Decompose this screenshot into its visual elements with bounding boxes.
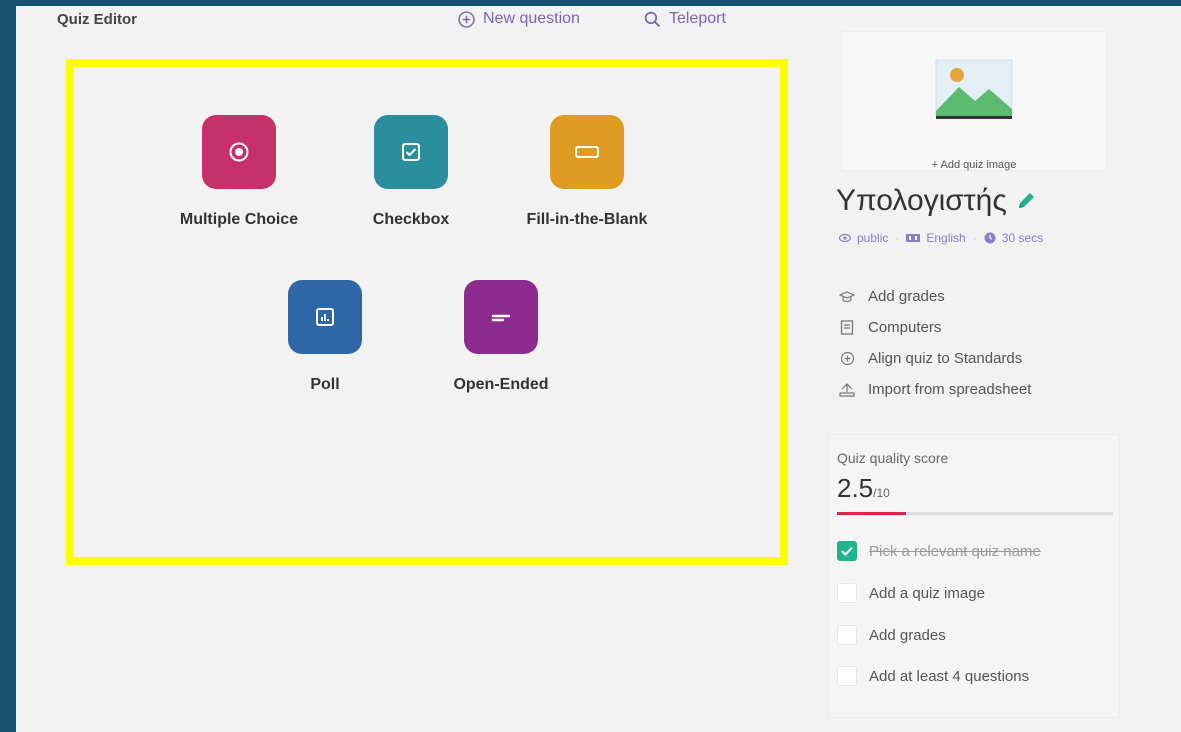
grad-cap-icon (838, 288, 856, 306)
sidebar-item-subject[interactable]: Computers (838, 312, 1118, 343)
checklist-item[interactable]: Add grades (837, 625, 946, 645)
poll-icon (316, 308, 334, 326)
checklist-item[interactable]: Add a quiz image (837, 583, 985, 603)
meta-separator: · (972, 231, 977, 245)
checkbox-tile (374, 115, 448, 189)
question-type-fill-in-the-blank[interactable]: Fill-in-the-Blank (502, 115, 672, 229)
sidebar-item-label: Computers (868, 319, 942, 336)
quality-score-max: /10 (873, 486, 890, 500)
poll-tile (288, 280, 362, 354)
add-quiz-image-label: + Add quiz image (931, 159, 1017, 171)
quiz-meta: public · English · 30 secs (839, 231, 1043, 245)
checklist-item[interactable]: Pick a relevant quiz name (837, 541, 1041, 561)
quality-progress-fill (837, 512, 906, 515)
question-type-multiple-choice[interactable]: Multiple Choice (154, 115, 324, 229)
plus-circle-icon (458, 10, 475, 28)
teleport-button[interactable]: Teleport (644, 10, 726, 28)
question-type-label: Fill-in-the-Blank (526, 211, 648, 228)
question-type-label: Multiple Choice (179, 211, 299, 228)
quality-score-label: Quiz quality score (837, 450, 949, 466)
top-bar: Quiz Editor New question Teleport (16, 6, 816, 42)
sidebar-item-label: Add grades (868, 288, 945, 305)
page-title: Quiz Editor (57, 11, 137, 28)
search-icon (644, 11, 661, 27)
time-label[interactable]: 30 secs (1002, 231, 1043, 245)
language-icon (906, 234, 921, 242)
quiz-settings-list: Add grades Computers Align quiz to Stand… (838, 281, 1118, 405)
sidebar-item-label: Import from spreadsheet (868, 381, 1032, 398)
sidebar-item-import-spreadsheet[interactable]: Import from spreadsheet (838, 374, 1118, 405)
checkbox-checked-icon[interactable] (837, 541, 857, 561)
checkbox-unchecked-icon[interactable] (837, 666, 857, 686)
add-quiz-image-button[interactable]: + Add quiz image (841, 31, 1107, 171)
sidebar-item-label: Align quiz to Standards (868, 350, 1023, 367)
target-icon (838, 350, 856, 368)
teleport-label: Teleport (669, 10, 726, 27)
meta-separator: · (895, 231, 900, 245)
question-type-panel: Multiple Choice Checkbox Fill-in-the-Bla… (66, 59, 788, 565)
quiz-title[interactable]: Υπολογιστής (836, 184, 1037, 218)
question-type-label: Open-Ended (453, 376, 549, 393)
quiz-title-text: Υπολογιστής (836, 184, 1007, 217)
eye-icon (839, 233, 851, 243)
language-label[interactable]: English (926, 231, 965, 245)
blank-icon (575, 146, 599, 158)
checklist-label: Add grades (869, 626, 946, 644)
open-ended-tile (464, 280, 538, 354)
quiz-quality-card: Quiz quality score 2.5/10 Pick a relevan… (828, 434, 1120, 718)
checklist-label: Add at least 4 questions (869, 667, 1030, 685)
question-type-checkbox[interactable]: Checkbox (326, 115, 496, 229)
checklist-label: Add a quiz image (869, 584, 985, 602)
clock-icon (984, 232, 996, 244)
question-type-label: Poll (310, 376, 340, 393)
pencil-icon[interactable] (1015, 190, 1037, 212)
checklist-label: Pick a relevant quiz name (869, 542, 1041, 560)
new-question-label: New question (483, 10, 580, 27)
quality-score: 2.5 (837, 473, 874, 503)
checklist-item[interactable]: Add at least 4 questions (837, 666, 1029, 686)
quality-score-value: 2.5/10 (837, 473, 890, 504)
quality-progress-bar (837, 512, 1113, 515)
new-question-button[interactable]: New question (458, 10, 580, 28)
open-ended-icon (491, 314, 511, 322)
visibility-label[interactable]: public (857, 231, 888, 245)
image-placeholder-icon (935, 59, 1013, 119)
question-type-open-ended[interactable]: Open-Ended (416, 280, 586, 394)
fill-in-the-blank-tile (550, 115, 624, 189)
radio-icon (229, 142, 249, 162)
quiz-editor-app: Quiz Editor New question Teleport Multip… (16, 6, 1181, 732)
book-icon (838, 319, 856, 337)
multiple-choice-tile (202, 115, 276, 189)
import-icon (838, 381, 856, 399)
checkbox-unchecked-icon[interactable] (837, 583, 857, 603)
sidebar-item-add-grades[interactable]: Add grades (838, 281, 1118, 312)
checkbox-icon (402, 143, 420, 161)
checkbox-unchecked-icon[interactable] (837, 625, 857, 645)
sidebar-item-align-standards[interactable]: Align quiz to Standards (838, 343, 1118, 374)
question-type-poll[interactable]: Poll (240, 280, 410, 394)
question-type-label: Checkbox (372, 211, 450, 228)
